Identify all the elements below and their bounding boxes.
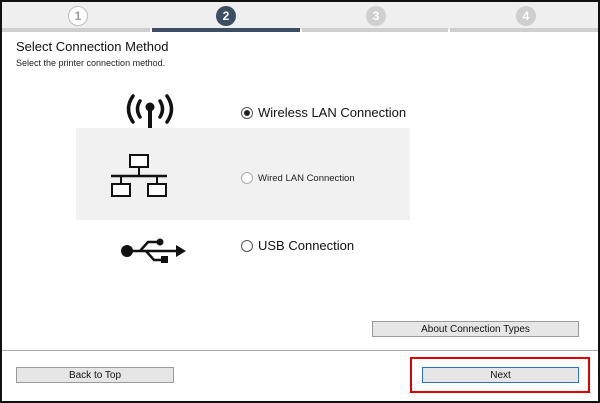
usb-icon xyxy=(121,238,186,263)
wireless-lan-option[interactable]: Wireless LAN Connection xyxy=(241,105,406,120)
step-4-indicator: 4 xyxy=(516,6,536,26)
page-subtitle: Select the printer connection method. xyxy=(16,58,166,68)
step-1-number: 1 xyxy=(74,9,82,23)
step-2-number: 2 xyxy=(222,9,230,23)
wired-lan-label: Wired LAN Connection xyxy=(258,172,355,184)
footer-divider xyxy=(2,350,598,351)
step-segment-2 xyxy=(152,28,300,32)
back-to-top-button[interactable]: Back to Top xyxy=(16,367,174,383)
wired-lan-option[interactable]: Wired LAN Connection xyxy=(241,172,355,184)
wireless-signal-icon xyxy=(126,94,174,128)
next-button[interactable]: Next xyxy=(422,367,579,383)
usb-radio[interactable] xyxy=(241,239,253,252)
step-progress-bar: 1 2 3 4 xyxy=(2,2,598,32)
step-segment-1 xyxy=(2,28,150,32)
wireless-lan-radio[interactable] xyxy=(241,106,253,119)
wired-lan-radio[interactable] xyxy=(241,172,253,184)
page-title: Select Connection Method xyxy=(16,39,169,54)
wireless-lan-label: Wireless LAN Connection xyxy=(258,105,407,120)
step-segment-3 xyxy=(302,28,448,32)
step-3-number: 3 xyxy=(372,9,380,23)
step-segment-4 xyxy=(450,28,598,32)
step-4-number: 4 xyxy=(522,9,530,23)
about-connection-types-button[interactable]: About Connection Types xyxy=(372,321,579,337)
network-topology-icon xyxy=(111,154,167,197)
step-1-indicator: 1 xyxy=(68,6,88,26)
step-2-indicator: 2 xyxy=(216,6,236,26)
usb-option[interactable]: USB Connection xyxy=(241,238,354,253)
step-3-indicator: 3 xyxy=(366,6,386,26)
usb-label: USB Connection xyxy=(258,238,355,253)
